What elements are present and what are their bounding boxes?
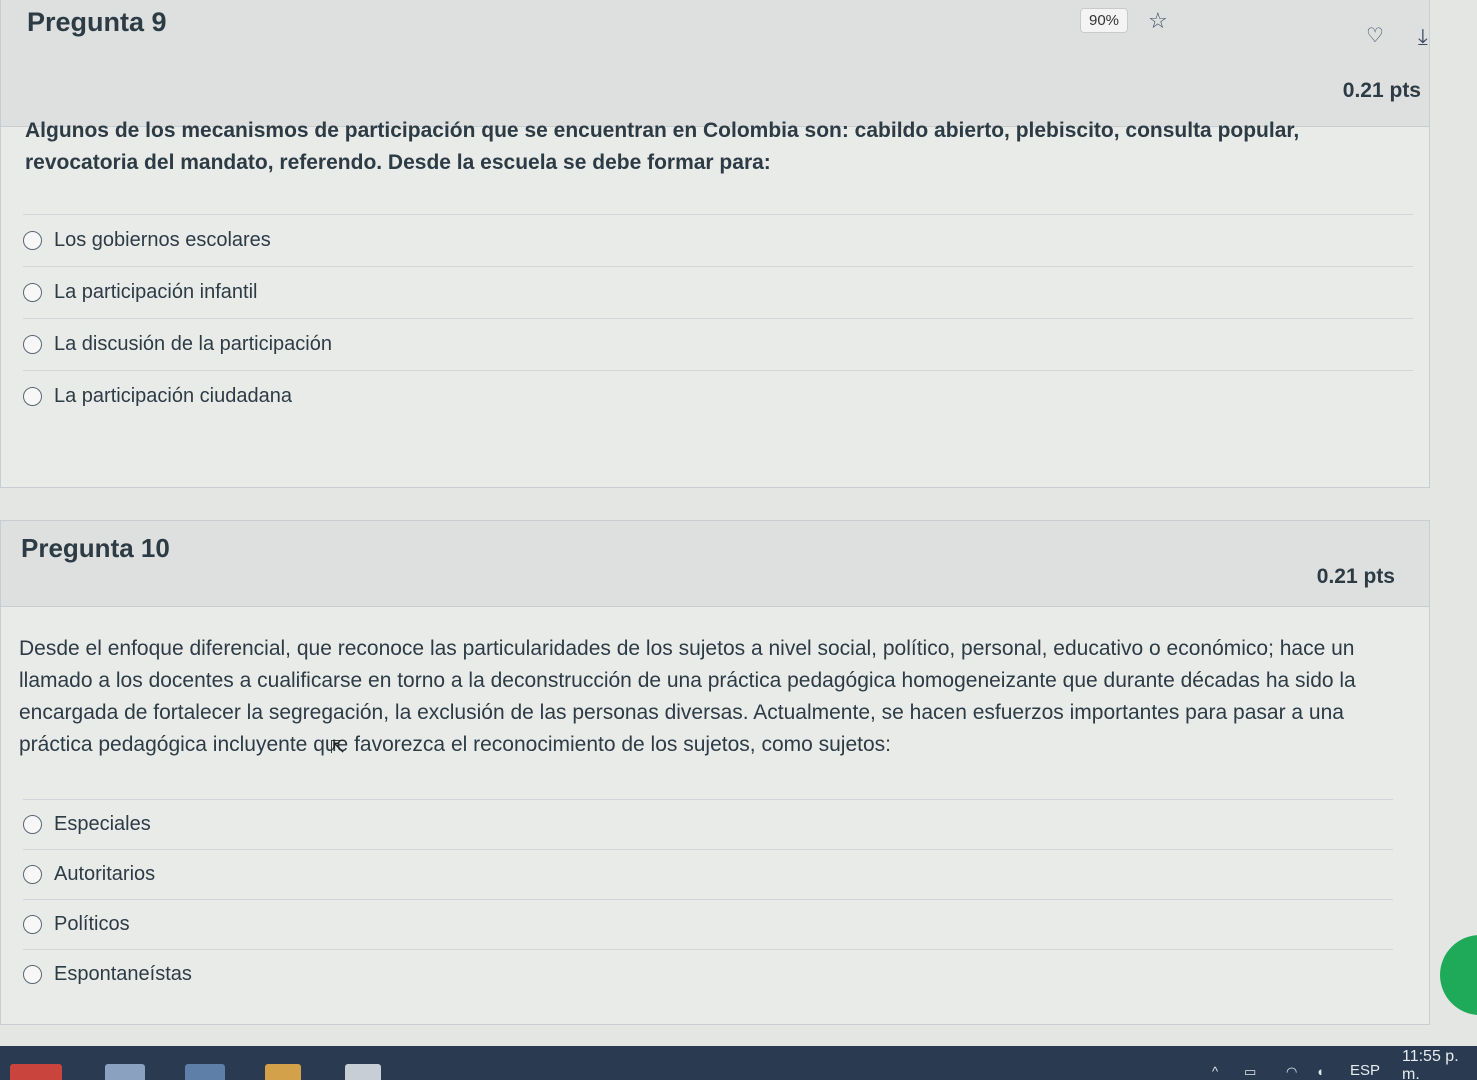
language-indicator[interactable]: ESP	[1350, 1062, 1380, 1079]
radio-button[interactable]	[23, 335, 42, 354]
taskbar-app-icon[interactable]	[345, 1064, 381, 1080]
taskbar-app-icon[interactable]	[105, 1064, 145, 1080]
question-9-header: Pregunta 9 0.21 pts	[1, 0, 1429, 127]
radio-button[interactable]	[23, 915, 42, 934]
answer-label: La discusión de la participación	[54, 333, 332, 355]
radio-button[interactable]	[23, 387, 42, 406]
taskbar-app-icon[interactable]	[185, 1064, 225, 1080]
whatsapp-icon[interactable]	[1440, 935, 1477, 1015]
mouse-cursor-icon: ⇱	[330, 737, 346, 757]
answer-option[interactable]: La participación infantil	[23, 266, 1413, 318]
answer-option[interactable]: Especiales	[23, 799, 1393, 849]
taskbar-app-icon[interactable]	[265, 1064, 301, 1080]
question-9-text: Algunos de los mecanismos de participaci…	[25, 119, 1300, 174]
question-9-card: Pregunta 9 0.21 pts Algunos de los mecan…	[0, 0, 1430, 488]
taskbar-clock[interactable]: 11:55 p. m.	[1402, 1048, 1477, 1080]
question-9-answers: Los gobiernos escolares La participación…	[23, 214, 1413, 422]
zoom-level-badge[interactable]: 90%	[1080, 8, 1129, 33]
question-10-title: Pregunta 10	[21, 533, 170, 563]
question-10-points: 0.21 pts	[1316, 565, 1395, 588]
answer-option[interactable]: Políticos	[23, 899, 1393, 949]
radio-button[interactable]	[23, 231, 42, 250]
answer-label: Los gobiernos escolares	[54, 229, 271, 251]
answer-label: Autoritarios	[54, 863, 156, 885]
answer-label: Políticos	[54, 913, 130, 935]
taskbar: ^ ▭ ◠ ◖ ESP 11:55 p. m.	[0, 1046, 1477, 1080]
download-icon[interactable]: ⤓	[1418, 26, 1428, 48]
radio-button[interactable]	[23, 815, 42, 834]
answer-label: La participación ciudadana	[54, 385, 292, 407]
star-icon[interactable]: ☆	[1148, 10, 1168, 32]
question-10-header: Pregunta 10 0.21 pts	[1, 521, 1429, 607]
question-10-text: Desde el enfoque diferencial, que recono…	[19, 637, 1356, 756]
pocket-icon[interactable]: ♡	[1366, 26, 1384, 46]
radio-button[interactable]	[23, 865, 42, 884]
question-9-points: 0.21 pts	[1342, 79, 1421, 102]
radio-button[interactable]	[23, 965, 42, 984]
volume-icon[interactable]: ◖	[1316, 1064, 1324, 1079]
question-9-title: Pregunta 9	[27, 7, 167, 37]
taskbar-app-icon[interactable]	[10, 1064, 62, 1080]
battery-icon[interactable]: ▭	[1244, 1064, 1256, 1080]
answer-label: Espontaneístas	[54, 963, 192, 985]
answer-option[interactable]: La discusión de la participación	[23, 318, 1413, 370]
question-10-card: Pregunta 10 0.21 pts Desde el enfoque di…	[0, 520, 1430, 1025]
radio-button[interactable]	[23, 283, 42, 302]
answer-label: La participación infantil	[54, 281, 258, 303]
chevron-up-icon[interactable]: ^	[1212, 1064, 1218, 1079]
question-10-answers: Especiales Autoritarios Políticos Espont…	[23, 799, 1393, 999]
answer-option[interactable]: La participación ciudadana	[23, 370, 1413, 422]
answer-option[interactable]: Espontaneístas	[23, 949, 1393, 999]
answer-option[interactable]: Autoritarios	[23, 849, 1393, 899]
wifi-icon[interactable]: ◠	[1286, 1064, 1297, 1080]
answer-option[interactable]: Los gobiernos escolares	[23, 214, 1413, 266]
answer-label: Especiales	[54, 813, 151, 835]
